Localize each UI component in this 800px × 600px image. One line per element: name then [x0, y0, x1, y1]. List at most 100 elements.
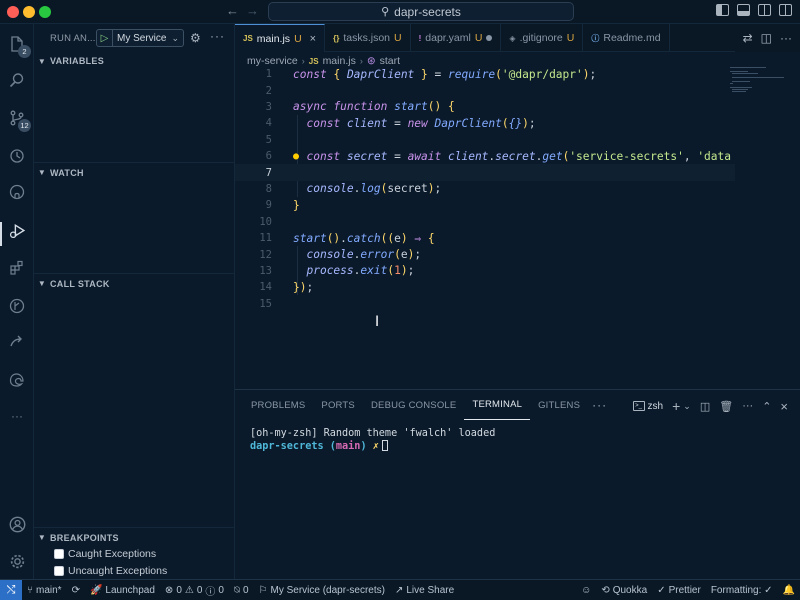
- debug-config-status[interactable]: ⚐ My Service (dapr-secrets): [254, 585, 390, 596]
- code-line: 10: [235, 214, 735, 230]
- maximize-window-button[interactable]: [39, 6, 51, 18]
- toggle-primary-sidebar-icon[interactable]: [716, 4, 729, 16]
- more-actions-icon[interactable]: ···: [210, 29, 225, 43]
- breakpoint-item-uncaught[interactable]: Uncaught Exceptions: [54, 565, 167, 577]
- code-line: 8 console.log(secret);: [235, 181, 735, 197]
- launch-config-select[interactable]: ▷ My Service ⌄: [96, 29, 184, 47]
- maximize-panel-chevron-up-icon[interactable]: ⌃: [762, 400, 771, 413]
- more-actions-icon[interactable]: ···: [742, 400, 753, 412]
- git-graph-icon[interactable]: [7, 296, 27, 316]
- source-control-icon[interactable]: 12: [7, 108, 31, 132]
- variables-section-header[interactable]: ▼ VARIABLES: [34, 51, 235, 71]
- breakpoints-section-title: BREAKPOINTS: [50, 532, 119, 543]
- branch-status[interactable]: ⑂ main*: [22, 585, 67, 596]
- tab-ports[interactable]: PORTS: [313, 390, 363, 420]
- toggle-panel-icon[interactable]: [737, 4, 750, 16]
- trash-icon[interactable]: 🗑: [719, 400, 733, 413]
- mouse-ibeam-cursor: I: [375, 314, 380, 330]
- extensions-icon[interactable]: [7, 258, 27, 278]
- double-check-icon: ✓: [657, 584, 666, 596]
- line-number: 4: [265, 117, 272, 130]
- launch-config-label: My Service: [117, 32, 167, 44]
- close-panel-icon[interactable]: ×: [780, 399, 788, 414]
- terminal-output[interactable]: [oh-my-zsh] Random theme 'fwalch' loaded…: [250, 427, 495, 453]
- tab-readme-md[interactable]: ⓘ Readme.md: [583, 24, 670, 52]
- formatting-status[interactable]: Formatting: ✓: [706, 585, 778, 596]
- manage-gear-icon[interactable]: [7, 551, 27, 571]
- code-line: 12 console.error(e);: [235, 246, 735, 262]
- live-share-icon: ↗: [394, 584, 404, 596]
- tab-debug-console[interactable]: DEBUG CONSOLE: [363, 390, 464, 420]
- explorer-icon[interactable]: 2: [7, 34, 31, 58]
- start-debugging-icon[interactable]: ▷: [97, 30, 113, 46]
- edge-icon[interactable]: [7, 370, 27, 390]
- minimize-window-button[interactable]: [23, 6, 35, 18]
- line-number: 8: [265, 182, 272, 195]
- close-window-button[interactable]: [7, 6, 19, 18]
- command-center[interactable]: ⚲ dapr-secrets: [268, 2, 574, 21]
- more-panel-tabs-icon[interactable]: ···: [588, 398, 607, 412]
- more-actions-icon[interactable]: ···: [780, 31, 792, 45]
- split-editor-icon[interactable]: ◫: [761, 31, 772, 45]
- ports-status[interactable]: ⍉ 0: [229, 585, 254, 596]
- prettier-status[interactable]: ✓ Prettier: [652, 585, 706, 596]
- tab-terminal[interactable]: TERMINAL: [464, 390, 531, 420]
- caught-exceptions-checkbox[interactable]: [54, 549, 64, 559]
- more-views-icon[interactable]: ···: [7, 406, 27, 426]
- info-icon: ⓘ: [205, 586, 216, 598]
- tab-gitignore[interactable]: ◈ .gitignore U: [501, 24, 584, 52]
- breakpoint-label: Caught Exceptions: [68, 548, 157, 560]
- terminal-selector[interactable]: >_ zsh: [632, 400, 664, 412]
- new-terminal-plus-icon[interactable]: +: [672, 398, 680, 414]
- notifications-status[interactable]: 🔔: [778, 585, 800, 596]
- info-count: 0: [218, 584, 224, 596]
- copilot-icon: ☺: [581, 584, 592, 596]
- warning-count: 0: [196, 584, 203, 596]
- tab-label: Readme.md: [603, 32, 661, 44]
- forward-arrow-icon[interactable]: →: [246, 3, 259, 18]
- active-view-indicator: [0, 222, 2, 246]
- uncaught-exceptions-checkbox[interactable]: [54, 566, 64, 576]
- code-editor[interactable]: 1 const { DaprClient } = require('@dapr/…: [235, 66, 800, 389]
- copilot-status[interactable]: ☺: [576, 585, 596, 596]
- toggle-secondary-sidebar-icon[interactable]: [758, 4, 771, 16]
- terminal-line: [oh-my-zsh] Random theme 'fwalch' loaded: [250, 428, 496, 439]
- problems-status[interactable]: ⊗ 0 ⚠ 0 ⓘ 0: [160, 583, 229, 598]
- tab-problems[interactable]: PROBLEMS: [243, 390, 313, 420]
- search-icon[interactable]: [7, 70, 27, 90]
- run-debug-icon[interactable]: [7, 220, 27, 240]
- remote-indicator-icon[interactable]: ⤭: [0, 579, 22, 600]
- breakpoint-item-caught[interactable]: Caught Exceptions: [54, 548, 156, 560]
- terminal-prompt: dapr-secrets (main) ✗: [250, 440, 495, 453]
- github-icon[interactable]: [7, 182, 27, 202]
- git-branch-icon: ⑂: [27, 584, 33, 596]
- bottom-panel: PROBLEMS PORTS DEBUG CONSOLE TERMINAL GI…: [235, 389, 800, 579]
- launchpad-status[interactable]: 🚀 Launchpad: [85, 585, 160, 596]
- close-tab-icon[interactable]: ×: [306, 33, 316, 45]
- quokka-status[interactable]: ⟲ Quokka: [596, 585, 652, 596]
- terminal-shell-label: zsh: [647, 400, 664, 412]
- sync-status[interactable]: ⟳: [67, 585, 85, 596]
- call-stack-section-header[interactable]: ▼ CALL STACK: [34, 273, 235, 293]
- minimap[interactable]: [730, 66, 786, 96]
- tab-dapr-yaml[interactable]: ! dapr.yaml U: [411, 24, 502, 52]
- live-share-icon[interactable]: [7, 332, 27, 352]
- code-text: process.exit(1);: [306, 264, 415, 278]
- tab-tasks-json[interactable]: {} tasks.json U: [325, 24, 411, 52]
- customize-layout-icon[interactable]: [779, 4, 792, 16]
- compare-changes-icon[interactable]: ⇄: [743, 31, 753, 45]
- tab-main-js[interactable]: JS main.js U ×: [235, 24, 326, 52]
- breakpoints-section-header[interactable]: ▼ BREAKPOINTS: [34, 527, 235, 547]
- chevron-down-icon[interactable]: ⌄: [683, 401, 691, 412]
- tab-gitlens[interactable]: GITLENS: [530, 390, 588, 420]
- code-line: 3 async function start() {: [235, 99, 735, 115]
- quokka-icon: ⟲: [601, 584, 610, 596]
- code-line: 13 process.exit(1);: [235, 263, 735, 279]
- account-icon[interactable]: [7, 514, 27, 534]
- open-launch-json-gear-icon[interactable]: ⚙: [190, 31, 201, 45]
- back-arrow-icon[interactable]: ←: [226, 3, 239, 18]
- watch-section-header[interactable]: ▼ WATCH: [34, 162, 235, 182]
- live-share-status[interactable]: ↗ Live Share: [390, 585, 459, 596]
- split-terminal-icon[interactable]: ◫: [700, 400, 710, 413]
- timeline-icon[interactable]: [7, 146, 27, 166]
